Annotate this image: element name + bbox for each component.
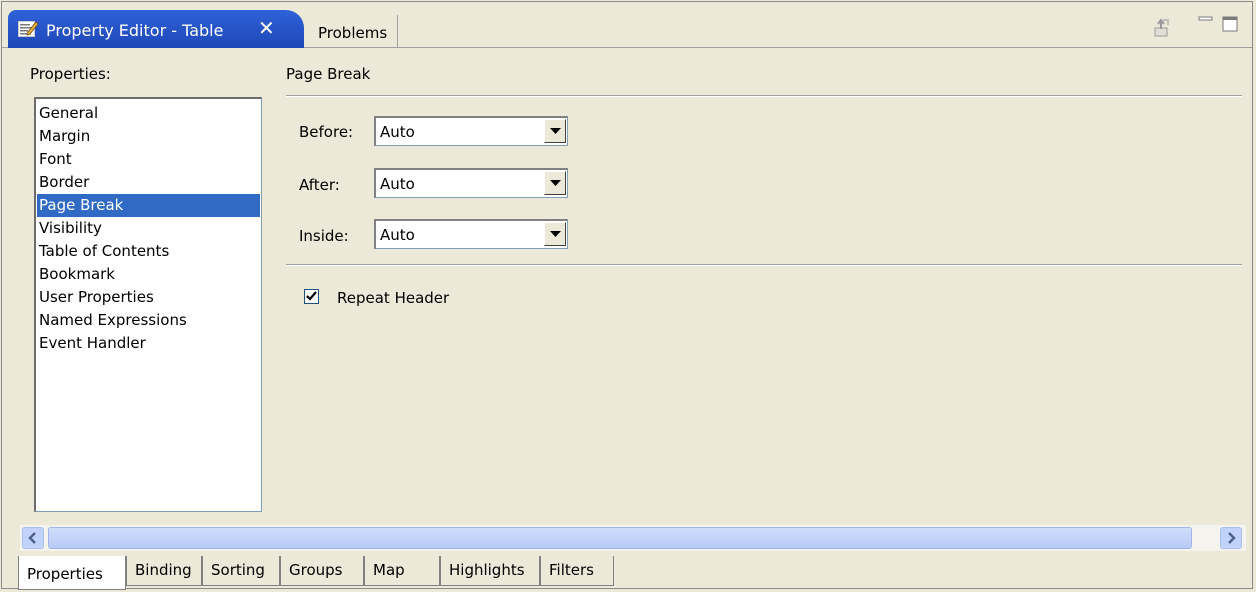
- inside-value: Auto: [380, 226, 415, 244]
- tab-binding[interactable]: Binding: [126, 556, 202, 586]
- properties-list[interactable]: General Margin Font Border Page Break Vi…: [34, 97, 262, 512]
- view-tab-strip: Property Editor - Table ✕ Problems: [2, 2, 1252, 48]
- list-item-border[interactable]: Border: [37, 171, 260, 194]
- repeat-header-checkbox[interactable]: [304, 289, 319, 304]
- dropdown-button[interactable]: [544, 222, 566, 246]
- tab-problems[interactable]: Problems: [304, 15, 398, 47]
- properties-caption: Properties:: [30, 65, 111, 83]
- tab-groups[interactable]: Groups: [280, 556, 364, 586]
- tab-map[interactable]: Map: [364, 556, 440, 586]
- tab-property-editor[interactable]: Property Editor - Table ✕: [8, 10, 304, 48]
- scroll-left-button[interactable]: [22, 527, 44, 549]
- list-item-bookmark[interactable]: Bookmark: [37, 263, 260, 286]
- scroll-right-button[interactable]: [1220, 527, 1242, 549]
- list-item-font[interactable]: Font: [37, 148, 260, 171]
- list-item-named-expressions[interactable]: Named Expressions: [37, 309, 260, 332]
- checkmark-icon: [306, 291, 317, 301]
- repeat-header-label: Repeat Header: [337, 289, 450, 307]
- after-value: Auto: [380, 175, 415, 193]
- chevron-down-icon: [550, 128, 561, 134]
- after-label: After:: [299, 176, 340, 194]
- maximize-icon[interactable]: [1220, 12, 1242, 34]
- property-editor-view: Property Editor - Table ✕ Problems Prope…: [1, 1, 1253, 590]
- list-item-page-break[interactable]: Page Break: [37, 194, 260, 217]
- section-divider: [286, 95, 1242, 97]
- tab-sorting[interactable]: Sorting: [202, 556, 280, 586]
- close-icon[interactable]: ✕: [258, 16, 275, 40]
- list-item-margin[interactable]: Margin: [37, 125, 260, 148]
- chevron-right-icon: [1228, 532, 1236, 544]
- section-title: Page Break: [286, 65, 371, 83]
- inside-label: Inside:: [299, 227, 349, 245]
- list-item-user-properties[interactable]: User Properties: [37, 286, 260, 309]
- list-item-general[interactable]: General: [37, 102, 260, 125]
- tab-label: Problems: [318, 24, 388, 42]
- tab-filters[interactable]: Filters: [540, 556, 614, 586]
- before-label: Before:: [299, 123, 354, 141]
- chevron-down-icon: [550, 180, 561, 186]
- tab-properties[interactable]: Properties: [18, 556, 126, 590]
- horizontal-scrollbar[interactable]: [20, 525, 1246, 551]
- dropdown-button[interactable]: [544, 171, 566, 195]
- inside-select[interactable]: Auto: [374, 219, 568, 249]
- property-editor-icon: [18, 21, 38, 37]
- dropdown-button[interactable]: [544, 119, 566, 143]
- chevron-left-icon: [28, 532, 36, 544]
- export-icon[interactable]: [1150, 16, 1172, 38]
- list-item-table-of-contents[interactable]: Table of Contents: [37, 240, 260, 263]
- list-item-visibility[interactable]: Visibility: [37, 217, 260, 240]
- after-select[interactable]: Auto: [374, 168, 568, 198]
- chevron-down-icon: [550, 231, 561, 237]
- before-select[interactable]: Auto: [374, 116, 568, 146]
- minimize-icon[interactable]: [1196, 12, 1218, 34]
- before-value: Auto: [380, 123, 415, 141]
- scroll-thumb[interactable]: [48, 527, 1192, 549]
- tab-highlights[interactable]: Highlights: [440, 556, 540, 586]
- section-divider-2: [286, 264, 1242, 266]
- list-item-event-handler[interactable]: Event Handler: [37, 332, 260, 355]
- tab-label: Property Editor - Table: [46, 21, 224, 40]
